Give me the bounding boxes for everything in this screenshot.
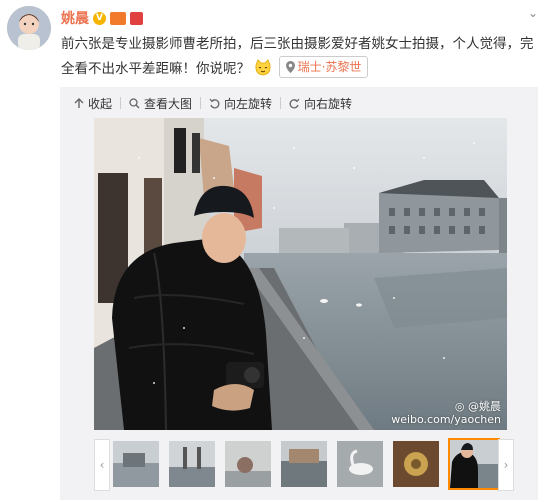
thumbnail-3[interactable] bbox=[225, 441, 271, 487]
verified-icon[interactable]: V bbox=[93, 11, 106, 25]
rotate-right-icon bbox=[289, 98, 300, 108]
thumbnail-5[interactable] bbox=[337, 441, 383, 487]
thumbnail-2[interactable] bbox=[169, 441, 215, 487]
thumbnail-7-selected[interactable] bbox=[448, 438, 500, 490]
prev-arrow-button[interactable]: ‹ bbox=[94, 439, 110, 491]
main-photo[interactable]: ◎ @姚晨 weibo.com/yaochen bbox=[94, 118, 507, 430]
media-card: 收起 查看大图 向左旋转 向右旋转 ◎ @姚晨 weibo.com/yaoche… bbox=[60, 87, 538, 500]
next-arrow-button[interactable]: › bbox=[498, 439, 514, 491]
weibo-logo-icon: ◎ bbox=[454, 400, 465, 413]
toolbar-divider bbox=[120, 97, 122, 109]
photo-watermark: ◎ @姚晨 weibo.com/yaochen bbox=[391, 400, 501, 426]
watermark-name: @姚晨 bbox=[468, 400, 501, 413]
rotate-left-button[interactable]: 向左旋转 bbox=[209, 95, 272, 112]
chevron-down-icon[interactable]: ⌄ bbox=[528, 6, 538, 20]
rotate-right-button[interactable]: 向右旋转 bbox=[289, 95, 352, 112]
view-large-button[interactable]: 查看大图 bbox=[129, 95, 192, 112]
thumbnail-1[interactable] bbox=[113, 441, 159, 487]
rotate-left-label: 向左旋转 bbox=[224, 96, 273, 111]
collapse-up-icon bbox=[74, 97, 84, 108]
watermark-url: weibo.com/yaochen bbox=[391, 413, 501, 426]
view-large-label: 查看大图 bbox=[144, 96, 193, 111]
location-tag[interactable]: 瑞士·苏黎世 bbox=[278, 56, 369, 78]
rotate-left-icon bbox=[209, 98, 220, 108]
location-label: 瑞士·苏黎世 bbox=[297, 60, 362, 74]
member-crown-icon[interactable] bbox=[110, 11, 126, 25]
location-pin-icon bbox=[285, 61, 295, 73]
chevron-left-icon: ‹ bbox=[99, 458, 105, 472]
author-header: 姚晨 V bbox=[61, 8, 143, 28]
collapse-label: 收起 bbox=[88, 96, 113, 111]
magnifier-icon bbox=[129, 97, 140, 108]
avatar[interactable] bbox=[7, 6, 51, 50]
post-content: 前六张是专业摄影师曹老所拍，后三张由摄影爱好者姚女士拍摄，个人觉得，完全看不出水… bbox=[61, 32, 539, 81]
author-name[interactable]: 姚晨 bbox=[61, 8, 89, 28]
cat-emoji-icon bbox=[254, 59, 272, 77]
collapse-button[interactable]: 收起 bbox=[74, 95, 112, 112]
thumbnail-strip: ‹ › bbox=[94, 438, 514, 491]
chevron-right-icon: › bbox=[503, 458, 509, 472]
media-toolbar: 收起 查看大图 向左旋转 向右旋转 bbox=[74, 94, 352, 112]
thumbnail-6[interactable] bbox=[393, 441, 439, 487]
rotate-right-label: 向右旋转 bbox=[304, 96, 353, 111]
toolbar-divider bbox=[200, 97, 202, 109]
thumbnail-4[interactable] bbox=[281, 441, 327, 487]
red-badge-icon[interactable] bbox=[130, 11, 143, 25]
toolbar-divider bbox=[280, 97, 282, 109]
